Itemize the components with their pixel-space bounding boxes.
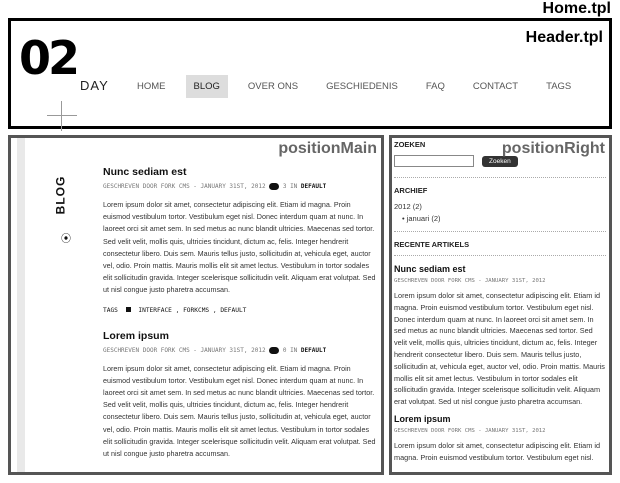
recent-post-meta: GESCHREVEN DOOR FORK CMS - JANUARY 31ST,… (394, 427, 546, 434)
recent-post-title[interactable]: Lorem ipsum (394, 414, 606, 424)
comment-count[interactable]: 3 (283, 183, 287, 190)
nav-faq[interactable]: FAQ (418, 75, 453, 98)
position-right-region: positionRight ZOEKEN Zoeken ARCHIEF 2012… (389, 135, 612, 475)
nav-home[interactable]: HOME (129, 75, 174, 98)
post-item: Lorem ipsum GESCHREVEN DOOR FORK CMS - J… (103, 330, 379, 461)
position-main-region: positionMain BLOG ⦿ Nunc sediam est GESC… (8, 135, 384, 475)
post-tags: TAGS INTERFACE , FORKCMS , DEFAULT (103, 306, 379, 314)
tag-square-icon (125, 306, 131, 312)
post-meta: GESCHREVEN DOOR FORK CMS - JANUARY 31ST,… (103, 346, 379, 354)
post-author-date: GESCHREVEN DOOR FORK CMS - JANUARY 31ST,… (103, 183, 266, 190)
main-content-area: BLOG ⦿ Nunc sediam est GESCHREVEN DOOR F… (17, 138, 379, 472)
blog-vertical-heading: BLOG ⦿ (53, 168, 81, 245)
post-body: Lorem ipsum dolor sit amet, consectetur … (103, 200, 376, 295)
header-tpl-label: Header.tpl (525, 29, 603, 46)
crosshair-mark (47, 101, 77, 131)
divider (394, 255, 606, 256)
divider (394, 177, 606, 178)
nav-blog[interactable]: BLOG (185, 75, 228, 98)
comment-icon[interactable] (269, 346, 280, 354)
post-in-label: IN (290, 183, 298, 190)
tags-label: TAGS (103, 306, 118, 314)
nav-contact[interactable]: CONTACT (465, 75, 526, 98)
post-title[interactable]: Nunc sediam est (103, 166, 379, 178)
post-title[interactable]: Lorem ipsum (103, 330, 379, 342)
post-category[interactable]: DEFAULT (301, 183, 326, 190)
tags-list[interactable]: INTERFACE , FORKCMS , DEFAULT (138, 307, 246, 314)
nav-tags[interactable]: TAGS (538, 75, 579, 98)
rss-icon[interactable]: ⦿ (61, 230, 71, 245)
search-input[interactable] (394, 155, 474, 167)
post-body: Lorem ipsum dolor sit amet, consectetur … (103, 363, 376, 459)
home-tpl-label: Home.tpl (542, 0, 611, 17)
archive-year[interactable]: 2012 (2) (394, 201, 606, 213)
recent-post-body: Lorem ipsum dolor sit amet, consectetur … (394, 440, 601, 462)
recent-post-body: Lorem ipsum dolor sit amet, consectetur … (394, 291, 605, 407)
nav-over-ons[interactable]: OVER ONS (240, 75, 306, 98)
recent-post-meta: GESCHREVEN DOOR FORK CMS - JANUARY 31ST,… (394, 278, 546, 284)
post-category[interactable]: DEFAULT (301, 347, 326, 354)
main-navigation: HOME BLOG OVER ONS GESCHIEDENIS FAQ CONT… (129, 75, 591, 98)
logo-number[interactable]: 02 (19, 35, 80, 81)
archive-month-label[interactable]: januari (2) (407, 214, 441, 223)
header-region: Header.tpl 02 DAY HOME BLOG OVER ONS GES… (8, 18, 612, 131)
recent-post-title[interactable]: Nunc sediam est (394, 264, 606, 274)
post-item: Nunc sediam est GESCHREVEN DOOR FORK CMS… (103, 166, 379, 314)
right-sidebar: ZOEKEN Zoeken ARCHIEF 2012 (2) • januari… (394, 140, 606, 464)
divider (394, 231, 606, 232)
nav-geschiedenis[interactable]: GESCHIEDENIS (318, 75, 406, 98)
post-author-date: GESCHREVEN DOOR FORK CMS - JANUARY 31ST,… (103, 346, 266, 354)
position-main-label: positionMain (278, 140, 377, 157)
post-meta: GESCHREVEN DOOR FORK CMS - JANUARY 31ST,… (103, 183, 379, 190)
blog-vertical-text: BLOG (53, 175, 68, 215)
post-in-label: IN (290, 346, 298, 354)
position-right-label: positionRight (501, 140, 605, 157)
recent-heading: RECENTE ARTIKELS (394, 240, 470, 249)
archive-month[interactable]: • januari (2) (394, 213, 606, 225)
comment-icon[interactable] (269, 183, 280, 190)
logo-word[interactable]: DAY (80, 78, 109, 93)
comment-count[interactable]: 0 (283, 347, 287, 354)
archive-heading: ARCHIEF (394, 186, 428, 195)
post-list: Nunc sediam est GESCHREVEN DOOR FORK CMS… (103, 166, 379, 472)
